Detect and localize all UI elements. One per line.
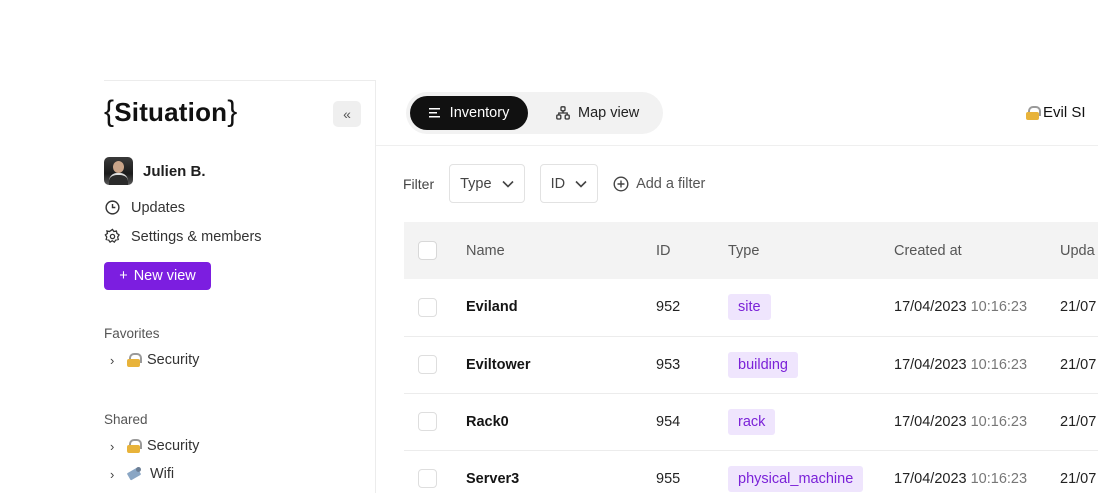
- tab-map-view[interactable]: Map view: [556, 96, 639, 130]
- filter-bar: Filter Type ID Add a filter: [403, 164, 705, 203]
- top-bar: Inventory Map view Evil SI: [376, 80, 1098, 146]
- user-name: Julien B.: [143, 162, 206, 180]
- row-created-at: 17/04/2023 10:16:23: [894, 470, 1028, 487]
- row-name[interactable]: Eviland: [466, 279, 656, 336]
- sidebar: {Situation} « Julien B. Updates Settings…: [104, 80, 376, 493]
- row-checkbox[interactable]: [418, 469, 437, 488]
- row-checkbox[interactable]: [418, 355, 437, 374]
- satellite-icon: [127, 467, 143, 481]
- favorites-item-security[interactable]: › Security: [110, 352, 199, 368]
- inventory-table: Name ID Type Created at Upda Eviland 952…: [404, 222, 1098, 493]
- new-view-label: New view: [133, 268, 196, 284]
- view-switcher: Inventory Map view: [406, 92, 663, 134]
- row-id: 952: [656, 299, 681, 316]
- new-view-button[interactable]: + New view: [104, 262, 211, 290]
- column-header-id[interactable]: ID: [656, 222, 728, 279]
- workspace-name[interactable]: Evil SI: [1026, 104, 1086, 121]
- id-filter-value: ID: [550, 175, 566, 192]
- type-filter-select[interactable]: Type: [449, 164, 525, 203]
- tab-inventory[interactable]: Inventory: [410, 96, 528, 130]
- id-filter-select[interactable]: ID: [539, 164, 599, 203]
- row-updated-at: 21/07: [1060, 299, 1097, 316]
- table-row[interactable]: Eviland 952 site 17/04/2023 10:16:23 21/…: [404, 279, 1098, 336]
- chevron-down-icon: [501, 180, 514, 188]
- workspace-label: Evil SI: [1043, 104, 1086, 121]
- row-id: 954: [656, 413, 681, 430]
- row-created-at: 17/04/2023 10:16:23: [894, 413, 1028, 430]
- table-row[interactable]: Rack0 954 rack 17/04/2023 10:16:23 21/07: [404, 393, 1098, 450]
- chevron-down-icon: [575, 180, 587, 188]
- chevron-right-icon[interactable]: ›: [110, 353, 120, 368]
- hierarchy-icon: [556, 106, 570, 120]
- collapse-sidebar-button[interactable]: «: [333, 101, 361, 127]
- add-filter-label: Add a filter: [636, 175, 706, 192]
- select-all-checkbox[interactable]: [418, 241, 437, 260]
- column-header-updated-at[interactable]: Upda: [1060, 222, 1098, 279]
- shared-item-label: Security: [147, 438, 200, 454]
- column-header-type[interactable]: Type: [728, 222, 894, 279]
- nav-settings-members[interactable]: Settings & members: [104, 228, 262, 245]
- shared-title: Shared: [104, 412, 148, 427]
- nav-settings-label: Settings & members: [131, 228, 262, 245]
- plus-circle-icon: [613, 175, 629, 192]
- list-icon: [428, 108, 440, 118]
- row-checkbox[interactable]: [418, 297, 437, 317]
- type-tag: site: [728, 294, 771, 321]
- row-updated-at: 21/07: [1060, 413, 1097, 430]
- row-updated-at: 21/07: [1060, 470, 1097, 487]
- row-id: 953: [656, 356, 681, 373]
- table-row[interactable]: Eviltower 953 building 17/04/2023 10:16:…: [404, 336, 1098, 393]
- favorites-title: Favorites: [104, 326, 160, 341]
- nav-updates-label: Updates: [131, 199, 186, 216]
- column-header-created-at[interactable]: Created at: [894, 222, 1060, 279]
- add-filter-button[interactable]: Add a filter: [613, 176, 705, 192]
- row-created-at: 17/04/2023 10:16:23: [894, 356, 1028, 373]
- lock-icon: [1026, 105, 1041, 120]
- tab-inventory-label: Inventory: [449, 105, 510, 121]
- row-created-at: 17/04/2023 10:16:23: [894, 299, 1028, 316]
- favorites-item-label: Security: [147, 352, 200, 368]
- row-name[interactable]: Eviltower: [466, 336, 656, 393]
- shared-item-security[interactable]: › Security: [110, 438, 199, 454]
- avatar: [104, 157, 133, 185]
- type-tag: rack: [728, 408, 776, 435]
- lock-icon: [127, 353, 142, 367]
- shared-item-wifi[interactable]: › Wifi: [110, 466, 174, 482]
- row-checkbox[interactable]: [418, 412, 437, 431]
- column-header-name[interactable]: Name: [466, 222, 656, 279]
- table-row[interactable]: Server3 955 physical_machine 17/04/2023 …: [404, 450, 1098, 493]
- table-header-row: Name ID Type Created at Upda: [404, 222, 1098, 279]
- row-updated-at: 21/07: [1060, 356, 1097, 373]
- shared-item-label: Wifi: [150, 466, 175, 482]
- row-name[interactable]: Server3: [466, 450, 656, 493]
- type-filter-value: Type: [460, 175, 492, 192]
- app-logo[interactable]: {Situation}: [104, 95, 237, 129]
- row-name[interactable]: Rack0: [466, 393, 656, 450]
- lock-icon: [127, 439, 142, 453]
- plus-icon: +: [119, 268, 128, 284]
- chevron-right-icon[interactable]: ›: [110, 467, 120, 482]
- row-id: 955: [656, 470, 681, 487]
- type-tag: physical_machine: [728, 465, 864, 492]
- chevron-right-icon[interactable]: ›: [110, 439, 120, 454]
- tab-map-view-label: Map view: [578, 105, 640, 121]
- filter-label: Filter: [403, 175, 435, 192]
- gear-icon: [104, 228, 120, 244]
- clock-icon: [105, 200, 120, 215]
- type-tag: building: [728, 351, 798, 378]
- nav-updates[interactable]: Updates: [104, 199, 185, 216]
- user-profile[interactable]: Julien B.: [104, 157, 206, 185]
